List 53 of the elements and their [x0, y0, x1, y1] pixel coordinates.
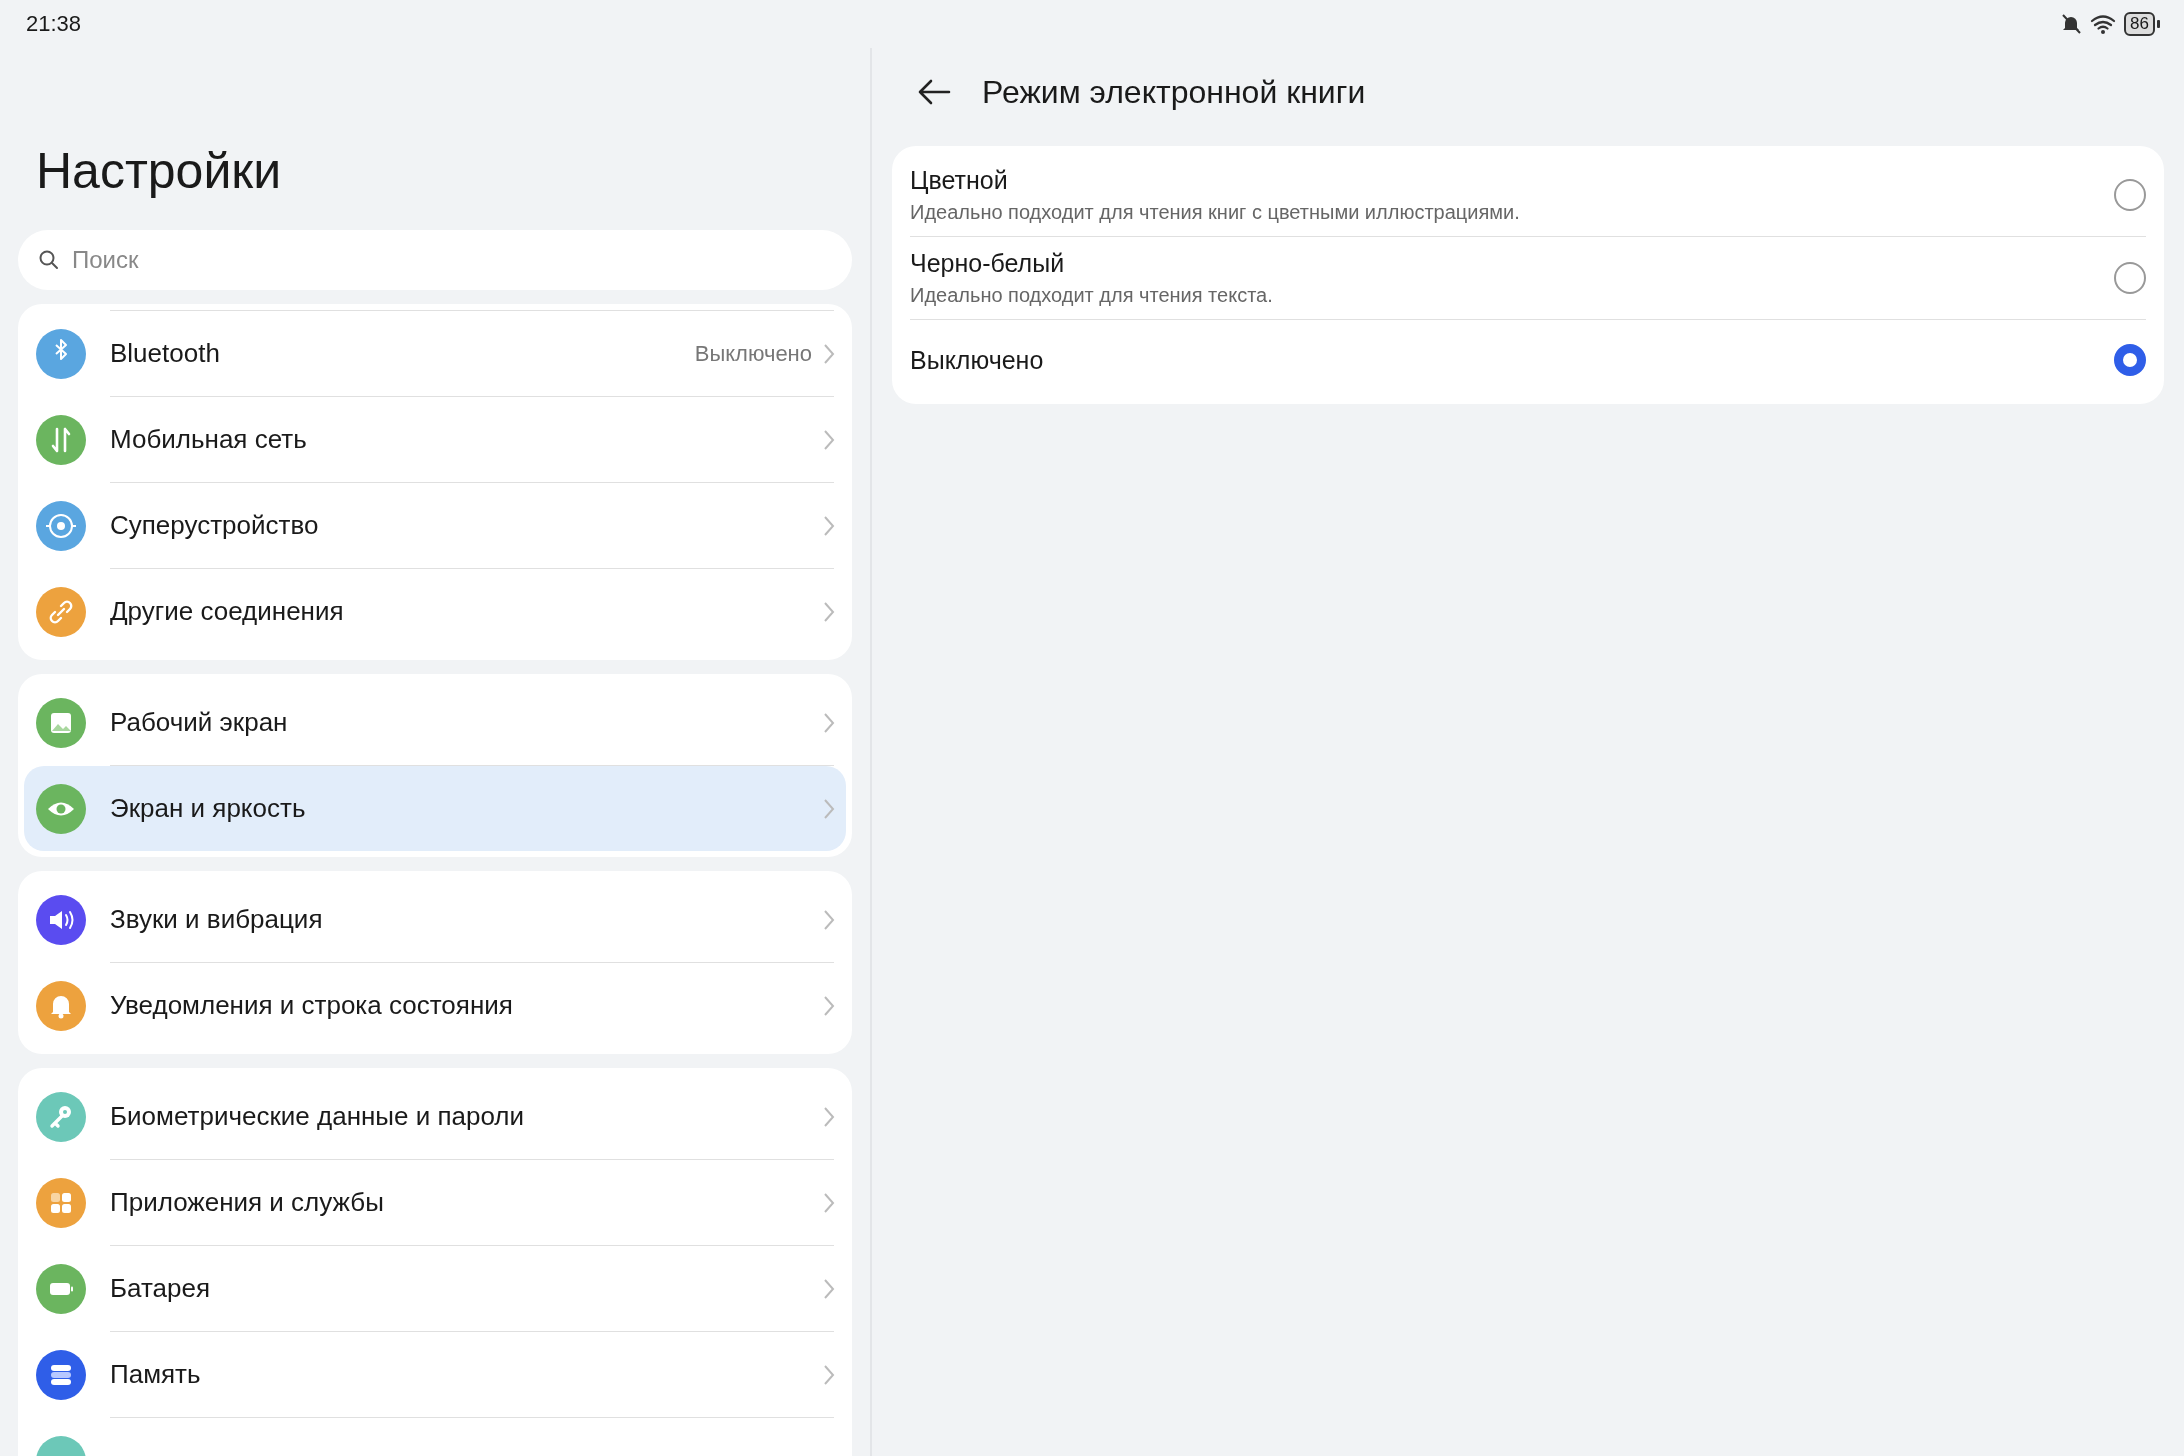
item-label: Батарея: [110, 1272, 212, 1305]
option-description: Идеально подходит для чтения книг с цветными иллюстрациями.: [910, 201, 1521, 224]
radio-button[interactable]: [2114, 344, 2146, 376]
item-label: Биометрические данные и пароли: [110, 1100, 526, 1133]
option-label: Выключено: [910, 345, 1045, 375]
grid-icon: [36, 1177, 86, 1228]
item-value: Выключено: [694, 340, 812, 367]
radio-button[interactable]: [2114, 262, 2146, 294]
item-label: Приложения и службы: [110, 1186, 385, 1219]
settings-item[interactable]: Биометрические данные и пароли: [24, 1074, 846, 1159]
item-label: Другие соединения: [110, 595, 345, 628]
item-label: Звуки и вибрация: [110, 903, 324, 936]
page-title: Режим электронной книги: [982, 73, 1366, 111]
key-icon: [36, 1091, 86, 1142]
search-field[interactable]: Поиск: [18, 230, 852, 290]
item-label: Память: [110, 1358, 202, 1391]
wifi-icon: [2090, 13, 2117, 35]
settings-item[interactable]: Bluetooth Выключено: [24, 311, 846, 396]
item-label: Мобильная сеть: [110, 423, 308, 456]
status-time: 21:38: [26, 11, 82, 37]
settings-item[interactable]: Уведомления и строка состояния: [24, 963, 846, 1048]
item-label: Суперустройство: [110, 509, 320, 542]
page-title: Настройки: [36, 142, 283, 201]
option-label: Цветной: [910, 166, 1009, 195]
battery-icon: [36, 1263, 86, 1314]
settings-item[interactable]: Память: [24, 1332, 846, 1417]
bell-icon: [36, 980, 86, 1031]
speaker-icon: [36, 894, 86, 945]
settings-item[interactable]: Звуки и вибрация: [24, 877, 846, 962]
item-label: Экран и яркость: [110, 792, 307, 825]
eye-icon: [36, 783, 86, 834]
item-label: Рабочий экран: [110, 706, 289, 739]
settings-item[interactable]: Рабочий экран: [24, 680, 846, 765]
item-label: Bluetooth: [110, 337, 221, 370]
settings-item[interactable]: Другие соединения: [24, 569, 846, 654]
option-description: Идеально подходит для чтения текста.: [910, 284, 1274, 307]
settings-item[interactable]: Мобильная сеть: [24, 397, 846, 482]
settings-item[interactable]: Суперустройство: [24, 483, 846, 568]
option-label: Черно-белый: [910, 249, 1066, 278]
link-icon: [36, 586, 86, 637]
storage-icon: [36, 1349, 86, 1400]
picture-icon: [36, 697, 86, 748]
battery-level: 86: [2124, 12, 2155, 36]
back-button[interactable]: [916, 77, 952, 107]
bell-muted-icon: [2060, 13, 2083, 35]
radio-button[interactable]: [2114, 179, 2146, 211]
target-icon: [36, 500, 86, 551]
arrows-icon: [36, 414, 86, 465]
item-label: Уведомления и строка состояния: [110, 989, 514, 1022]
bluetooth-icon: [36, 328, 86, 379]
settings-item[interactable]: Приложения и службы: [24, 1160, 846, 1245]
settings-item[interactable]: Батарея: [24, 1246, 846, 1331]
settings-item[interactable]: Экран и яркость: [24, 766, 846, 851]
